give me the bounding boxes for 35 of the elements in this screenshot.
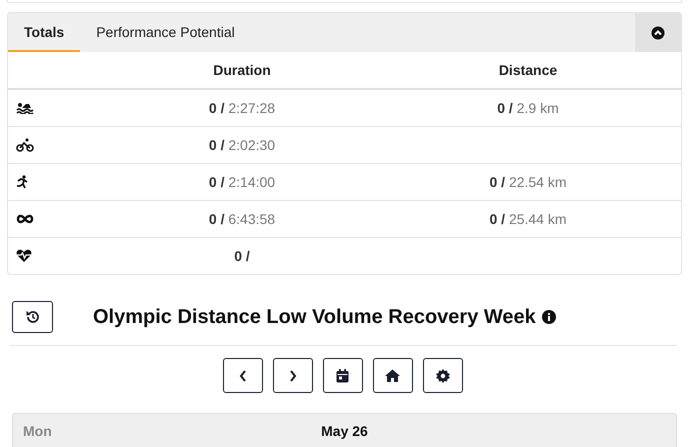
infinity-icon	[16, 214, 34, 224]
home-button[interactable]	[372, 358, 412, 393]
chevron-left-icon	[238, 368, 248, 382]
value-text: 0 / 6:43:58	[208, 211, 276, 227]
runner-icon	[16, 175, 28, 189]
column-header: Duration	[212, 62, 272, 78]
info-icon[interactable]	[542, 310, 556, 324]
date-label: May 26	[321, 423, 368, 439]
bicycle-icon	[16, 138, 34, 152]
gear-icon	[436, 368, 450, 382]
chevron-right-icon	[288, 368, 298, 382]
value-text: 0 /	[234, 248, 250, 264]
value-text: 0 / 2.9 km	[497, 100, 559, 116]
calendar-icon	[336, 368, 349, 382]
weekday-label: Mon	[23, 423, 53, 439]
week-title: Olympic Distance Low Volume Recovery Week	[93, 306, 536, 328]
value-text: 0 / 22.54 km	[489, 174, 567, 190]
tab[interactable]: Totals	[8, 13, 80, 52]
value-text: 0 / 2:27:28	[208, 100, 276, 116]
value-text: 0 / 25.44 km	[489, 211, 567, 227]
home-icon	[385, 369, 400, 382]
next-button[interactable]	[272, 358, 312, 393]
swimmer-icon	[16, 102, 34, 114]
settings-button[interactable]	[422, 358, 462, 393]
heartbeat-icon	[16, 249, 32, 263]
collapse-button[interactable]	[635, 13, 681, 52]
value-text: 0 / 2:14:00	[208, 174, 276, 190]
column-header: Distance	[498, 62, 558, 78]
calendar-button[interactable]	[322, 358, 362, 393]
history-icon	[26, 310, 40, 324]
previous-button[interactable]	[222, 358, 262, 393]
tab[interactable]: Performance Potential	[80, 13, 251, 52]
chevron-up-icon	[651, 26, 665, 40]
history-button[interactable]	[12, 301, 53, 333]
value-text: 0 / 2:02:30	[208, 137, 276, 153]
